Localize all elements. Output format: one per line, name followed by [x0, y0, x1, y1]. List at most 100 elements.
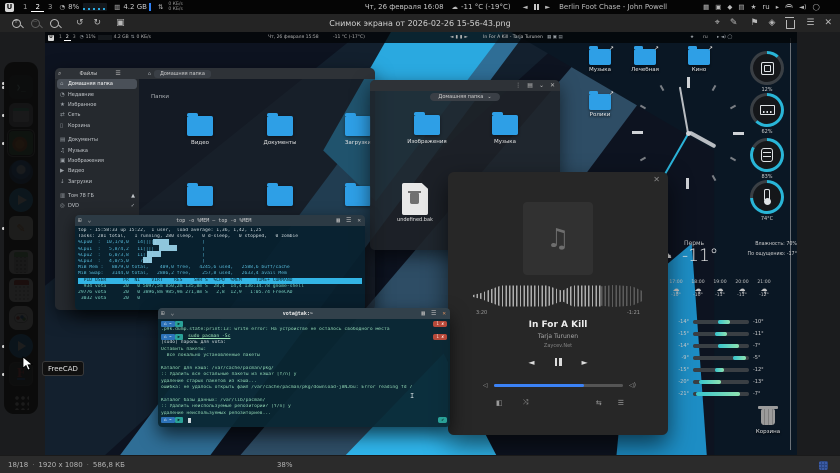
ram-usage[interactable]: 4.2 GB: [123, 3, 147, 11]
memory-icon: ▥: [114, 3, 120, 11]
folder-row2[interactable]: [168, 186, 232, 206]
files2-path-pill[interactable]: Домашняя папка ⌄: [430, 93, 499, 101]
sidebar-item-dvd[interactable]: ◎DVD✓: [55, 201, 139, 211]
media-pause-button[interactable]: [534, 4, 540, 10]
sidebar-item-downloads[interactable]: ↓Загрузки: [55, 177, 139, 187]
media-prev-button[interactable]: ◄: [523, 3, 528, 11]
tray-clipboard-icon[interactable]: ▤: [738, 3, 744, 11]
volume-slider[interactable]: [494, 384, 623, 387]
search-icon[interactable]: ⌕: [58, 70, 61, 78]
text-cursor: I: [410, 393, 414, 399]
workspace-3[interactable]: 3: [44, 3, 56, 11]
sidebar-item-videos[interactable]: ▶Видео: [55, 166, 139, 176]
desktop-icon-music[interactable]: Музыка: [578, 46, 622, 73]
sidebar-item-pictures[interactable]: ▣Изображения: [55, 156, 139, 166]
term1-close-icon[interactable]: ✕: [357, 217, 361, 224]
wifi-icon[interactable]: [785, 4, 793, 12]
volume-high-icon[interactable]: ◁): [629, 382, 636, 389]
workspace-1[interactable]: 1: [19, 3, 31, 11]
memory-gauge: [750, 93, 784, 127]
tray-grid-icon[interactable]: ▦: [703, 3, 709, 11]
cpu-usage[interactable]: 8%: [68, 3, 79, 11]
eject-icon[interactable]: ▲: [131, 193, 135, 199]
forecast-row: ☁-14°-7°: [657, 340, 797, 352]
files1-menu-icon[interactable]: ☰: [115, 70, 120, 77]
player-menu-icon[interactable]: ☰: [618, 399, 624, 407]
thumbnail-pager-icon[interactable]: [819, 461, 828, 470]
files2-viewmode-icon[interactable]: ▤: [527, 82, 533, 89]
inner-tray-icons-2: ★: [690, 35, 694, 40]
player-prev-button[interactable]: ◄: [528, 358, 534, 367]
player-pause-button[interactable]: [555, 358, 562, 367]
trash-desktop-icon[interactable]: Корзина: [745, 405, 791, 435]
player-playlist-panel-icon[interactable]: ◧: [496, 399, 503, 407]
term2-menu-icon[interactable]: ☰: [431, 310, 436, 317]
sidebar-item-starred[interactable]: ★Избранное: [55, 100, 139, 110]
screenshot-image[interactable]: U 1 2 3 ◔ 11% 4.2 GB ⇅ 0 КБ/s Чт, 26 фев…: [45, 32, 797, 455]
folder-pictures[interactable]: Изображения: [395, 115, 459, 145]
term2-chevron-icon[interactable]: ⌄: [171, 310, 175, 317]
weather-applet[interactable]: -11 °C (-19°C): [461, 3, 511, 11]
power-icon[interactable]: ◯: [813, 3, 820, 11]
term1-chevron-icon[interactable]: ⌄: [88, 217, 92, 224]
folder-downloads[interactable]: Загрузки: [326, 116, 375, 146]
player-next-button[interactable]: ►: [582, 358, 588, 367]
volume-icon[interactable]: ◄): [799, 3, 807, 11]
player-close-icon[interactable]: ✕: [653, 175, 660, 184]
files2-titlebar[interactable]: ⋮ ▤ ⌄ ✕: [370, 80, 560, 91]
term2-titlebar[interactable]: ⊞ ⌄ vota@tak:~ ▦ ☰ ✕: [158, 308, 450, 319]
sidebar-item-trash[interactable]: ▯Корзина: [55, 121, 139, 131]
zoom-level[interactable]: 38%: [277, 461, 293, 469]
delete-image-button[interactable]: [786, 20, 795, 29]
distro-logo-icon[interactable]: U: [5, 3, 14, 12]
sidebar-item-home[interactable]: ⌂Домашняя папка: [57, 79, 137, 89]
folder-row2[interactable]: [248, 186, 312, 206]
sidebar-item-documents[interactable]: ▤Документы: [55, 135, 139, 145]
desktop-icon-roliki[interactable]: Ролики: [578, 91, 622, 118]
player-repeat-icon[interactable]: ⇆: [596, 399, 602, 407]
clock[interactable]: Чт, 26 февраля 16:08: [365, 3, 444, 11]
music-player-window[interactable]: ✕ ♫ 3:20 -1:21 In For A Kill Tarja Turun…: [448, 172, 668, 435]
desktop-icon-kino[interactable]: Кино: [677, 46, 721, 73]
inner-clock: Чт, 26 февраля 15:58: [268, 35, 319, 40]
sidebar-item-volume[interactable]: ▥Том 78 ГБ▲: [55, 191, 139, 201]
term2-output[interactable]: ⌂ ~▶1 ✘ .p9k.dump.state:print:13: write …: [158, 319, 450, 427]
tray-favorites-icon[interactable]: ★: [751, 3, 757, 11]
files2-more-icon[interactable]: ⋮: [515, 82, 521, 89]
chevron-right-icon[interactable]: ▸: [776, 3, 779, 11]
tray-pin-icon[interactable]: ◆: [727, 3, 732, 11]
term2-close-icon[interactable]: ✕: [442, 310, 446, 317]
sidebar-item-recent[interactable]: ◔Недавние: [55, 89, 139, 99]
term2-new-tab-icon[interactable]: ⊞: [161, 310, 165, 317]
network-speeds[interactable]: 0 КБ/s 0 КБ/s: [168, 2, 182, 12]
sidebar-item-network[interactable]: ⇄Сеть: [55, 110, 139, 120]
term2-split-icon[interactable]: ▦: [421, 310, 425, 317]
term1-new-tab-icon[interactable]: ⊞: [78, 217, 82, 224]
files1-path[interactable]: Домашняя папка: [154, 70, 211, 78]
volume-low-icon[interactable]: ◁: [483, 382, 488, 389]
folder-video[interactable]: Видео: [168, 116, 232, 146]
desktop-icon-lechebnaya[interactable]: Лечебная: [623, 46, 667, 73]
player-shuffle-icon[interactable]: ⤨: [523, 398, 529, 407]
files1-titlebar[interactable]: ⌕ Файлы ☰ ⌂ Домашняя папка: [55, 68, 375, 79]
folder-row2[interactable]: [326, 186, 375, 206]
file-undefined-bak[interactable]: undefined.bak: [383, 183, 447, 223]
cpu-sparkline[interactable]: [83, 3, 107, 11]
folder-music[interactable]: Музыка: [473, 115, 537, 145]
term1-split-icon[interactable]: ▦: [336, 217, 340, 224]
term1-menu-icon[interactable]: ☰: [346, 217, 351, 224]
waveform-seekbar[interactable]: [473, 284, 643, 308]
files2-close-icon[interactable]: ✕: [550, 82, 555, 89]
keyboard-layout[interactable]: ru: [762, 3, 769, 11]
media-next-button[interactable]: ►: [545, 3, 550, 11]
workspace-2-active[interactable]: 2: [31, 3, 43, 12]
media-track-title[interactable]: Berlin Foot Chase - John Powell: [559, 3, 667, 11]
terminal-bottom-window[interactable]: ⊞ ⌄ vota@tak:~ ▦ ☰ ✕ ⌂ ~▶1 ✘ .p9k.dump.s…: [158, 308, 450, 427]
files2-chevron-down-icon[interactable]: ⌄: [539, 82, 544, 89]
forecast-row: ❄-21°-7°: [657, 388, 797, 400]
sidebar-item-music[interactable]: ♫Музыка: [55, 145, 139, 155]
tray-screenshot-icon[interactable]: ▣: [715, 3, 721, 11]
term1-titlebar[interactable]: ⊞ ⌄ top -o %MEM — top -o %MEM ▦ ☰ ✕: [75, 215, 365, 226]
terminal-top-window[interactable]: ⊞ ⌄ top -o %MEM — top -o %MEM ▦ ☰ ✕ top …: [75, 215, 365, 310]
folder-documents[interactable]: Документы: [248, 116, 312, 146]
